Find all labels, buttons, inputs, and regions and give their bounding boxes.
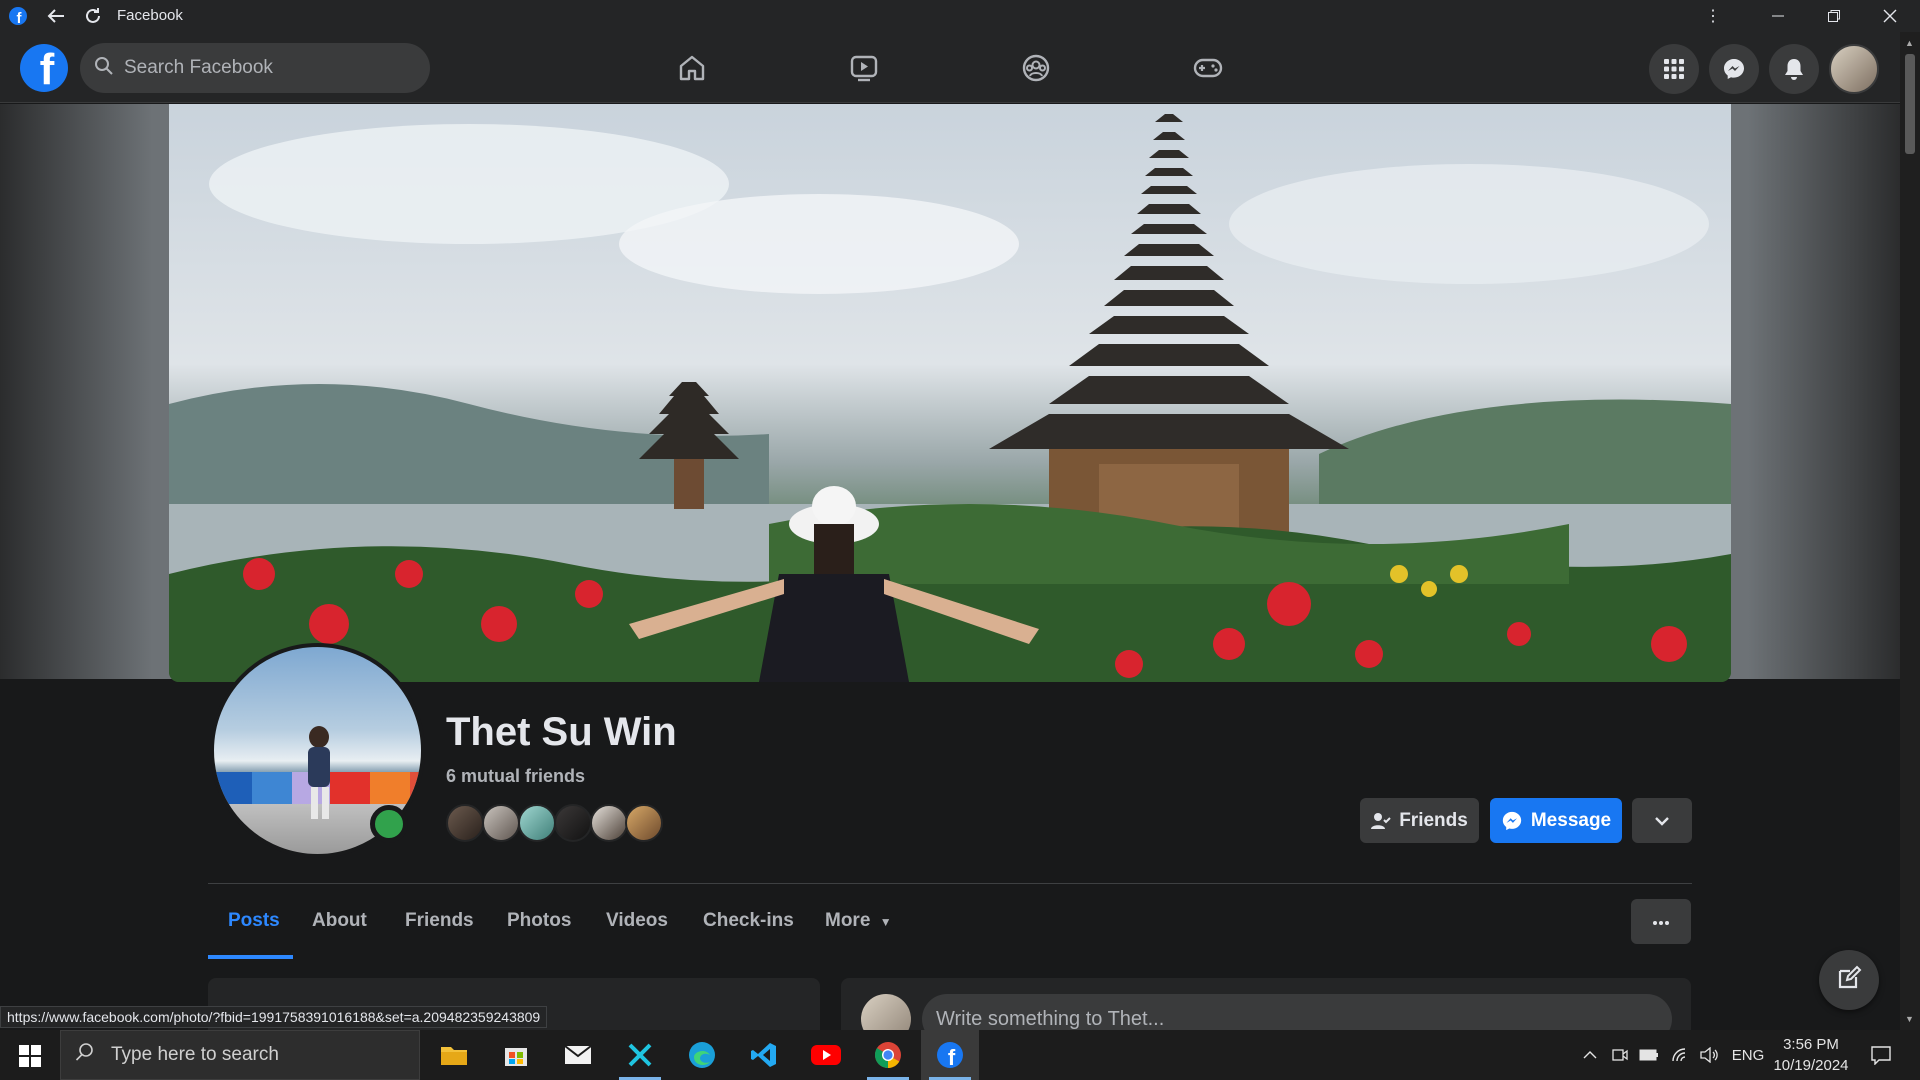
online-status-indicator xyxy=(370,805,408,843)
mutual-friend-avatar[interactable] xyxy=(446,804,484,842)
gaming-icon[interactable] xyxy=(1188,48,1228,88)
facebook-app-icon: f xyxy=(8,6,28,26)
mutual-friend-avatar[interactable] xyxy=(482,804,520,842)
search-icon xyxy=(94,56,114,81)
minimize-button[interactable] xyxy=(1750,0,1806,32)
chrome-icon[interactable] xyxy=(859,1030,917,1080)
close-button[interactable] xyxy=(1862,0,1918,32)
tab-about[interactable]: About xyxy=(312,910,367,932)
profile-options-dropdown[interactable] xyxy=(1632,798,1692,843)
ellipsis-icon xyxy=(1652,913,1670,931)
cover-photo[interactable] xyxy=(169,104,1731,682)
compose-icon xyxy=(1836,965,1862,996)
friend-check-icon xyxy=(1371,811,1391,831)
windows-start-icon[interactable] xyxy=(8,1038,52,1074)
wifi-icon[interactable] xyxy=(1669,1030,1691,1080)
tab-friends[interactable]: Friends xyxy=(405,910,474,932)
battery-icon[interactable] xyxy=(1638,1030,1660,1080)
page-scrollbar[interactable]: ▲ ▼ xyxy=(1900,32,1920,1030)
status-bar-url: https://www.facebook.com/photo/?fbid=199… xyxy=(0,1006,548,1028)
language-indicator[interactable]: ENG xyxy=(1730,1030,1766,1080)
meet-camera-icon[interactable] xyxy=(1609,1030,1631,1080)
mutual-friends-count[interactable]: 6 mutual friends xyxy=(446,766,585,787)
taskbar-search-placeholder: Type here to search xyxy=(111,1044,279,1065)
facebook-logo[interactable]: f xyxy=(20,44,68,92)
taskbar-search-box[interactable]: Type here to search xyxy=(60,1030,420,1080)
vscode-icon[interactable] xyxy=(735,1030,793,1080)
profile-divider xyxy=(208,883,1692,884)
account-avatar[interactable] xyxy=(1829,44,1879,94)
friends-button[interactable]: Friends xyxy=(1360,798,1479,843)
refresh-icon[interactable] xyxy=(83,6,103,26)
tab-photos[interactable]: Photos xyxy=(507,910,571,932)
capcut-icon[interactable] xyxy=(611,1030,669,1080)
menu-grid-icon[interactable] xyxy=(1649,44,1699,94)
restore-button[interactable] xyxy=(1806,0,1862,32)
youtube-icon[interactable] xyxy=(797,1030,855,1080)
messenger-icon xyxy=(1501,810,1523,832)
back-arrow-icon[interactable] xyxy=(46,6,66,26)
scroll-down-arrow-icon[interactable]: ▼ xyxy=(1905,1014,1914,1024)
home-icon[interactable] xyxy=(672,48,712,88)
system-clock[interactable]: 3:56 PM 10/19/2024 xyxy=(1766,1034,1856,1076)
svg-text:f: f xyxy=(948,1045,956,1069)
temple-landscape-illustration xyxy=(169,114,1731,682)
more-options-button[interactable] xyxy=(1631,899,1691,944)
facebook-taskbar-icon[interactable]: f xyxy=(921,1030,979,1080)
watch-icon[interactable] xyxy=(844,48,884,88)
mail-icon[interactable] xyxy=(549,1030,607,1080)
scroll-up-arrow-icon[interactable]: ▲ xyxy=(1905,38,1914,48)
facebook-header: f xyxy=(0,32,1900,103)
search-input[interactable] xyxy=(124,57,404,79)
tab-check-ins[interactable]: Check-ins xyxy=(703,910,794,932)
tab-videos[interactable]: Videos xyxy=(606,910,668,932)
notifications-icon[interactable] xyxy=(1769,44,1819,94)
mutual-friend-avatar[interactable] xyxy=(625,804,663,842)
mutual-friend-avatar[interactable] xyxy=(590,804,628,842)
active-tab-indicator xyxy=(208,955,293,959)
new-message-button[interactable] xyxy=(1819,950,1879,1010)
volume-icon[interactable] xyxy=(1698,1030,1720,1080)
messenger-icon[interactable] xyxy=(1709,44,1759,94)
scrollbar-thumb[interactable] xyxy=(1905,54,1915,154)
tab-posts[interactable]: Posts xyxy=(228,910,280,932)
profile-name: Thet Su Win xyxy=(446,710,677,754)
tab-more[interactable]: More ▼ xyxy=(825,910,892,932)
clock-date: 10/19/2024 xyxy=(1773,1057,1849,1074)
groups-icon[interactable] xyxy=(1016,48,1056,88)
mutual-friend-avatar[interactable] xyxy=(518,804,556,842)
file-explorer-icon[interactable] xyxy=(425,1030,483,1080)
caret-down-icon: ▼ xyxy=(879,915,892,929)
windows-taskbar: Type here to search f ENG 3:56 PM 10/19/… xyxy=(0,1030,1920,1080)
search-icon xyxy=(75,1042,95,1068)
search-bar[interactable] xyxy=(80,43,430,93)
message-button[interactable]: Message xyxy=(1490,798,1622,843)
window-title-bar: f Facebook ⋮ xyxy=(0,0,1920,32)
more-options-icon[interactable]: ⋮ xyxy=(1685,0,1741,32)
microsoft-store-icon[interactable] xyxy=(487,1030,545,1080)
clock-time: 3:56 PM xyxy=(1783,1036,1839,1053)
chevron-down-icon xyxy=(1654,810,1670,832)
edge-icon[interactable] xyxy=(673,1030,731,1080)
window-title: Facebook xyxy=(117,7,183,24)
notification-center-icon[interactable] xyxy=(1866,1030,1896,1080)
mutual-friend-avatar[interactable] xyxy=(554,804,592,842)
chevron-up-icon[interactable] xyxy=(1580,1030,1600,1080)
